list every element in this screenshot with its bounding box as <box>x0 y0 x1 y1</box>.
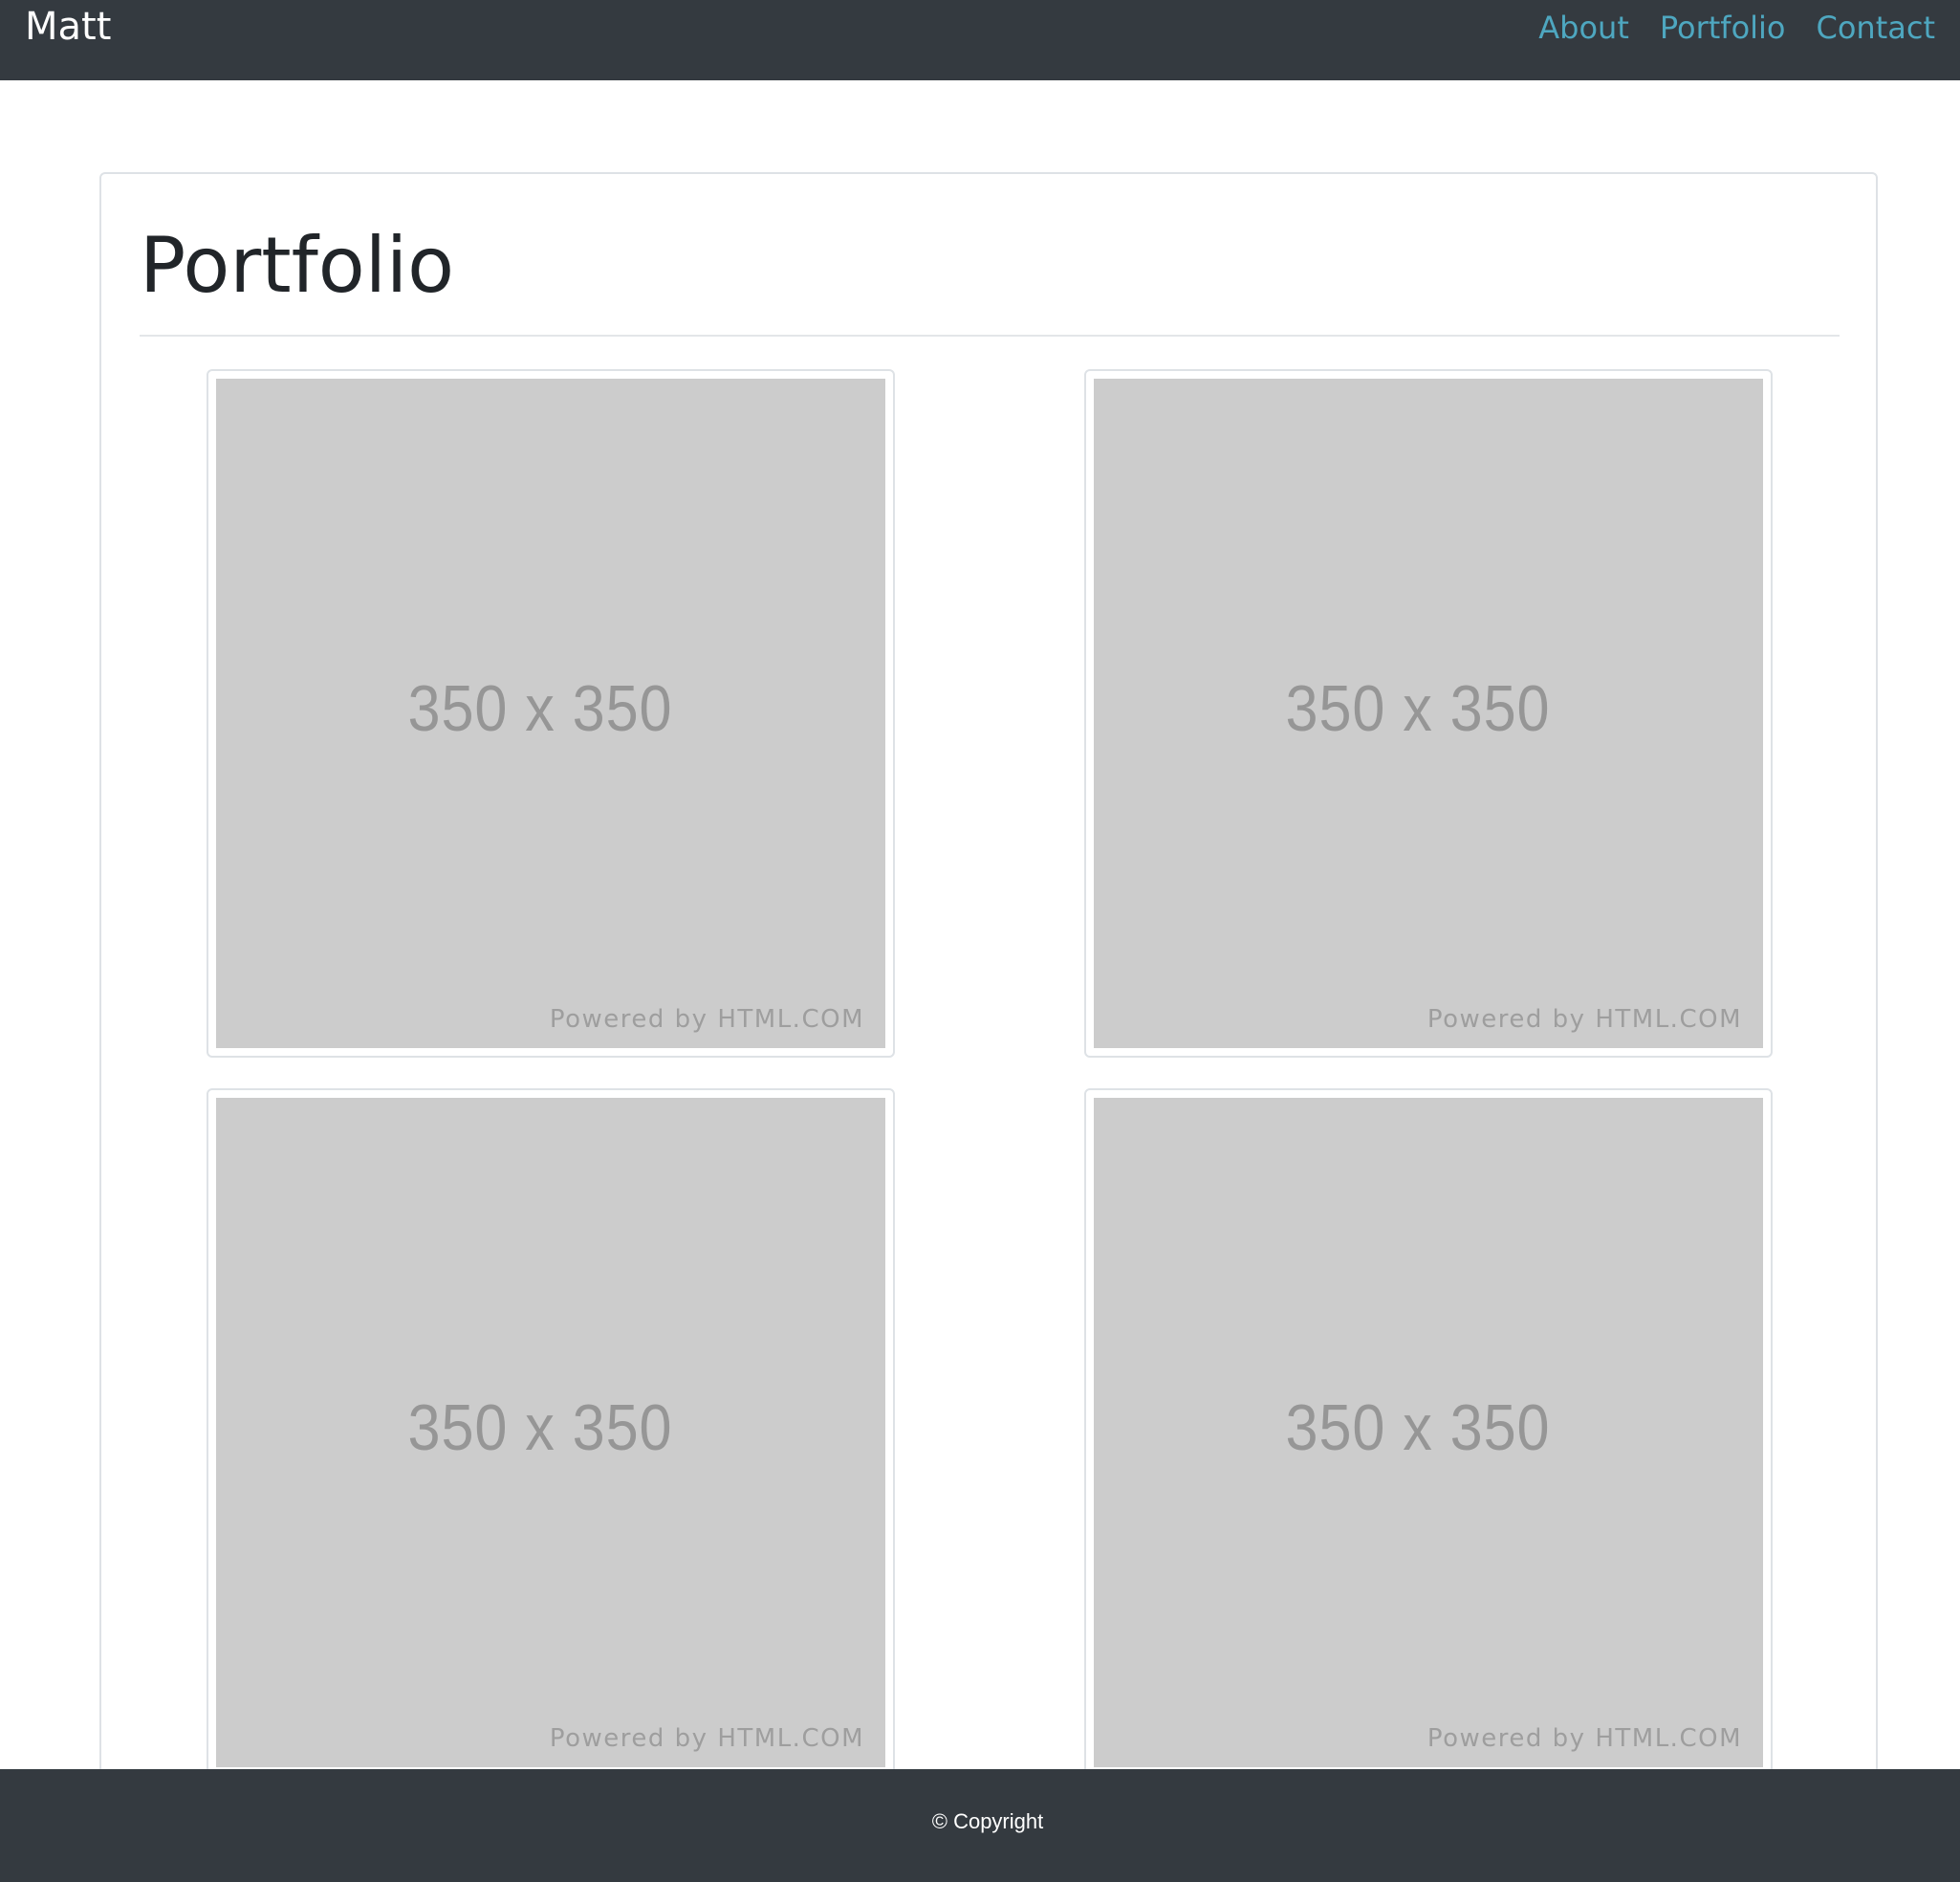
placeholder-credit: Powered by HTML.COM <box>549 1724 864 1753</box>
top-navbar: Matt About Portfolio Contact <box>0 0 1960 80</box>
portfolio-card: Portfolio 350 x 350 Powered by HTML.COM … <box>99 172 1878 1836</box>
title-divider <box>140 335 1840 337</box>
placeholder-dimensions: 350 x 350 <box>407 1391 673 1464</box>
placeholder-image: 350 x 350 Powered by HTML.COM <box>1094 379 1763 1048</box>
page-title: Portfolio <box>140 221 455 310</box>
nav-link-portfolio[interactable]: Portfolio <box>1660 8 1786 48</box>
nav-link-about[interactable]: About <box>1538 8 1629 48</box>
portfolio-thumbnail[interactable]: 350 x 350 Powered by HTML.COM <box>207 369 895 1058</box>
copyright-text: © Copyright <box>931 1809 1044 1833</box>
placeholder-credit: Powered by HTML.COM <box>1426 1724 1742 1753</box>
placeholder-credit: Powered by HTML.COM <box>549 1005 864 1034</box>
nav-links: About Portfolio Contact <box>1538 8 1935 48</box>
placeholder-image: 350 x 350 Powered by HTML.COM <box>1094 1098 1763 1767</box>
placeholder-dimensions: 350 x 350 <box>1285 672 1551 745</box>
nav-link-contact[interactable]: Contact <box>1817 8 1936 48</box>
placeholder-dimensions: 350 x 350 <box>407 672 673 745</box>
placeholder-image: 350 x 350 Powered by HTML.COM <box>216 1098 885 1767</box>
brand-logo-text[interactable]: Matt <box>25 4 111 50</box>
portfolio-thumbnail[interactable]: 350 x 350 Powered by HTML.COM <box>1084 1088 1773 1777</box>
placeholder-image: 350 x 350 Powered by HTML.COM <box>216 379 885 1048</box>
portfolio-thumbnail[interactable]: 350 x 350 Powered by HTML.COM <box>1084 369 1773 1058</box>
portfolio-thumbnail[interactable]: 350 x 350 Powered by HTML.COM <box>207 1088 895 1777</box>
page-footer: © Copyright <box>0 1769 1960 1882</box>
placeholder-dimensions: 350 x 350 <box>1285 1391 1551 1464</box>
placeholder-credit: Powered by HTML.COM <box>1426 1005 1742 1034</box>
